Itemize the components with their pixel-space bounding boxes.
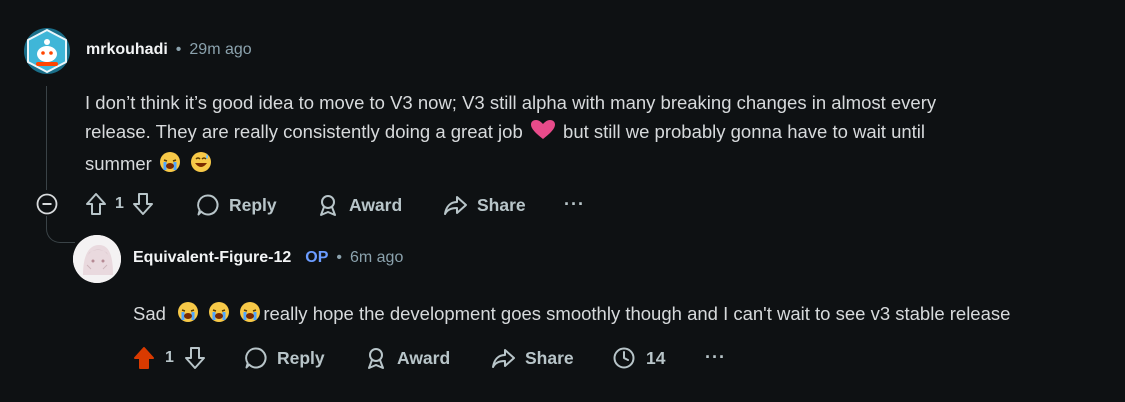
collapse-thread-button[interactable]	[36, 193, 58, 220]
views-count: 14	[646, 347, 666, 368]
timestamp[interactable]: 29m ago	[189, 41, 251, 59]
views-stat[interactable]: 14	[612, 346, 665, 370]
separator-dot: •	[336, 249, 342, 266]
crying-emoji	[208, 301, 230, 331]
avatar-mrkouhadi[interactable]	[24, 28, 70, 74]
more-icon: ···	[564, 194, 585, 214]
upvote-icon[interactable]	[85, 192, 107, 216]
award-icon	[368, 348, 384, 369]
vote-count: 1	[165, 349, 174, 366]
comment1-line2: release. They are really consistently do…	[85, 117, 1085, 149]
vote-count: 1	[115, 195, 124, 212]
comment2-text-start: Sad	[133, 303, 166, 324]
comment2-body: Sad really hope the development goes smo…	[133, 299, 1123, 331]
comment1-header: mrkouhadi • 29m ago	[86, 41, 252, 59]
share-button[interactable]: Share	[443, 193, 526, 217]
award-icon	[320, 195, 336, 216]
views-icon	[613, 347, 635, 369]
username[interactable]: Equivalent-Figure-12	[133, 249, 291, 267]
thread-branch-line	[46, 216, 75, 243]
comment2-header: Equivalent-Figure-12 OP • 6m ago	[133, 249, 403, 267]
username[interactable]: mrkouhadi	[86, 41, 168, 59]
collapse-thread-icon	[36, 193, 58, 215]
award-label: Award	[349, 194, 403, 215]
separator-dot: •	[175, 41, 182, 58]
share-icon	[492, 349, 515, 368]
op-badge: OP	[305, 249, 329, 266]
share-icon	[444, 196, 467, 215]
comment2-vote-group: 1	[133, 346, 206, 370]
comment1-body: I don’t think it’s good idea to move to …	[85, 88, 1085, 181]
comment2-text-end: really hope the development goes smoothl…	[263, 303, 1011, 324]
share-label: Share	[477, 194, 526, 215]
award-button[interactable]: Award	[316, 193, 402, 217]
avatar-equivalent-figure-12[interactable]	[73, 235, 121, 283]
crying-emoji	[239, 301, 261, 331]
reply-button[interactable]: Reply	[196, 193, 277, 217]
comment1-line3: summer	[85, 149, 1085, 181]
share-button[interactable]: Share	[491, 346, 574, 370]
downvote-icon[interactable]	[184, 346, 206, 370]
more-options-button[interactable]: ···	[564, 194, 585, 215]
thread-line-comment1	[46, 86, 47, 190]
more-icon: ···	[705, 347, 726, 367]
reply-label: Reply	[229, 194, 277, 215]
more-options-button[interactable]: ···	[705, 347, 726, 368]
crying-emoji	[177, 301, 199, 331]
upvote-active-icon[interactable]	[133, 346, 155, 370]
heart-emoji	[530, 119, 556, 149]
comment1-vote-group: 1	[85, 192, 154, 216]
comment1-line1: I don’t think it’s good idea to move to …	[85, 92, 937, 113]
award-label: Award	[397, 347, 451, 368]
reply-button[interactable]: Reply	[244, 346, 325, 370]
comment-bubble-icon	[197, 194, 219, 216]
reply-label: Reply	[277, 347, 325, 368]
comment-bubble-icon	[245, 347, 267, 369]
timestamp[interactable]: 6m ago	[350, 249, 403, 267]
crying-emoji	[159, 151, 181, 181]
share-label: Share	[525, 347, 574, 368]
downvote-icon[interactable]	[132, 192, 154, 216]
sweat-smile-emoji	[190, 151, 212, 181]
award-button[interactable]: Award	[364, 346, 450, 370]
